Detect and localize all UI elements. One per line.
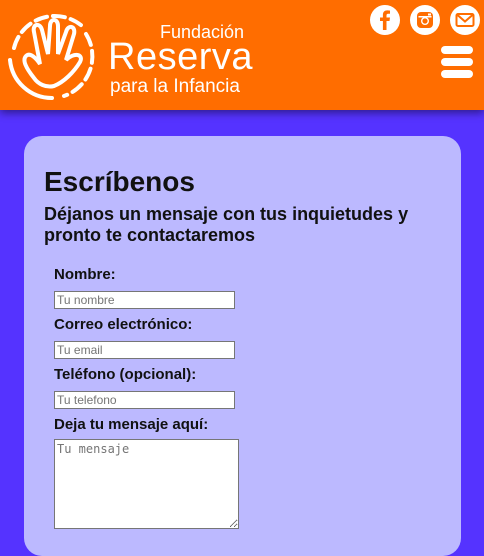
site-header: Fundación Reserva para la Infancia (0, 0, 484, 110)
logo-line-3: para la Infancia (110, 76, 240, 97)
name-label: Nombre: (54, 266, 116, 283)
message-label: Deja tu mensaje aquí: (54, 416, 209, 433)
name-input[interactable] (54, 291, 235, 309)
hand-logo-icon (8, 14, 95, 101)
contact-card: Escríbenos Déjanos un mensaje con tus in… (24, 136, 461, 556)
page-subtitle: Déjanos un mensaje con tus inquietudes y… (44, 204, 409, 245)
email-label: Correo electrónico: (54, 316, 193, 333)
email-input[interactable] (54, 341, 235, 359)
hamburger-menu-icon[interactable] (441, 46, 473, 82)
email-icon[interactable] (450, 5, 480, 35)
logo-line-2: Reserva (108, 36, 253, 78)
fundacion-logo[interactable]: Fundación Reserva para la Infancia (4, 8, 254, 103)
facebook-icon[interactable] (370, 5, 400, 35)
page-title: Escríbenos (44, 166, 195, 197)
message-textarea[interactable] (54, 439, 239, 529)
phone-label: Teléfono (opcional): (54, 366, 197, 383)
phone-input[interactable] (54, 391, 235, 409)
instagram-icon[interactable] (410, 5, 440, 35)
